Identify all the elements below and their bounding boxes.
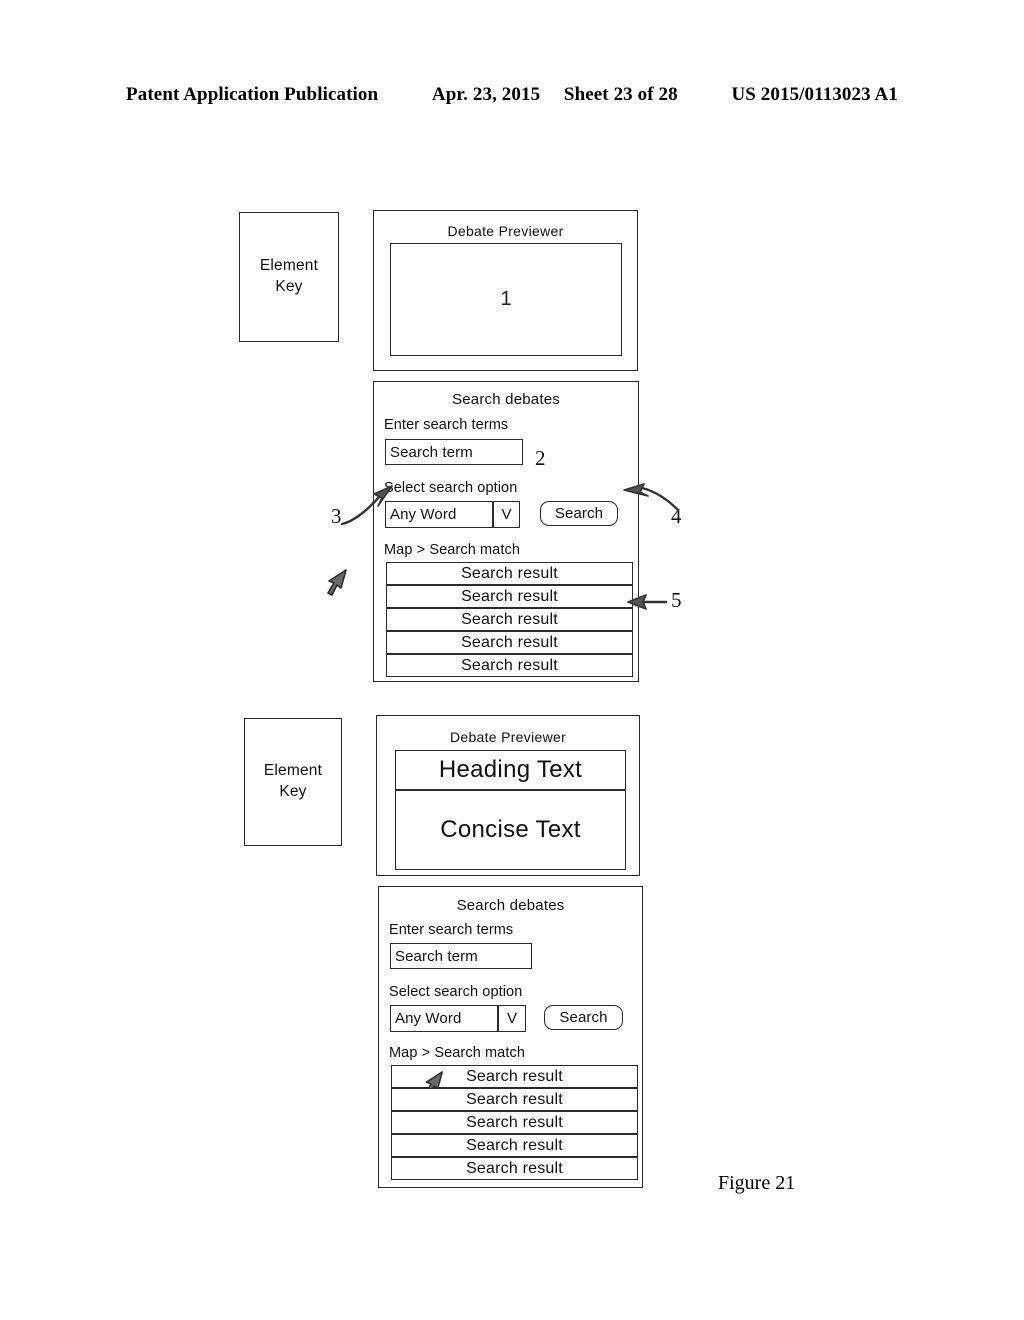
search-result-row[interactable]: Search result — [391, 1134, 638, 1157]
element-key-label-line2: Key — [275, 278, 303, 295]
search-result-label: Search result — [466, 1159, 563, 1177]
search-result-label: Search result — [466, 1090, 563, 1108]
select-search-option-label-bottom: Select search option — [389, 984, 523, 1000]
search-debates-title-bottom: Search debates — [456, 897, 565, 914]
search-result-label: Search result — [466, 1113, 563, 1131]
map-search-match-label-top: Map > Search match — [384, 542, 520, 558]
previewer-concise-text-label: Concise Text — [440, 816, 581, 843]
chevron-down-icon-bottom[interactable]: V — [498, 1005, 526, 1032]
search-result-row[interactable]: Search result — [386, 631, 633, 654]
search-result-label: Search result — [461, 564, 558, 582]
search-term-input-top[interactable]: Search term — [385, 439, 523, 465]
element-key-label-line2: Key — [279, 783, 307, 800]
search-debates-title-top: Search debates — [452, 391, 560, 408]
previewer-heading-text-label: Heading Text — [438, 756, 583, 783]
enter-search-terms-label-bottom: Enter search terms — [389, 922, 514, 938]
search-result-label: Search result — [466, 1067, 563, 1085]
search-button-label-top: Search — [554, 505, 604, 522]
header-document-number: US 2015/0113023 A1 — [731, 84, 898, 105]
debate-previewer-title-bottom: Debate Previewer — [449, 729, 567, 745]
search-result-label: Search result — [461, 633, 558, 651]
search-result-label: Search result — [461, 656, 558, 674]
search-option-selected-value-top: Any Word — [390, 506, 457, 523]
element-key-box-top: Element Key — [239, 212, 339, 342]
debate-previewer-panel-top: Debate Previewer 1 — [373, 210, 638, 371]
search-button-label-bottom: Search — [559, 1009, 608, 1026]
search-result-label: Search result — [466, 1136, 563, 1154]
search-result-label: Search result — [461, 610, 558, 628]
debate-previewer-panel-bottom: Debate Previewer Heading Text Concise Te… — [376, 715, 640, 876]
search-results-list-top: Search result Search result Search resul… — [386, 562, 633, 677]
search-term-input-value-top: Search term — [390, 443, 473, 461]
search-result-row[interactable]: Search result — [386, 585, 633, 608]
search-result-row[interactable]: Search result — [386, 654, 633, 677]
search-result-row[interactable]: Search result — [386, 608, 633, 631]
search-result-row[interactable]: Search result — [386, 562, 633, 585]
search-term-input-value-bottom: Search term — [395, 947, 478, 965]
header-sheet: Sheet 23 of 28 — [563, 84, 678, 105]
element-key-label-line1: Element — [259, 257, 319, 275]
search-result-row[interactable]: Search result — [391, 1065, 638, 1096]
map-search-match-label-bottom: Map > Search match — [389, 1045, 525, 1061]
chevron-down-glyph-bottom: V — [506, 1010, 517, 1027]
search-button-bottom[interactable]: Search — [544, 1005, 623, 1030]
callout-2: 2 — [535, 446, 546, 470]
search-result-row[interactable]: Search result — [391, 1111, 638, 1134]
search-option-select-top[interactable]: Any Word — [385, 501, 493, 528]
search-button-top[interactable]: Search — [540, 501, 618, 526]
debate-previewer-content-top[interactable]: 1 — [390, 243, 622, 356]
search-option-select-bottom[interactable]: Any Word — [390, 1005, 498, 1032]
element-key-box-bottom: Element Key — [244, 718, 342, 846]
mouse-cursor-icon-top — [327, 569, 347, 596]
chevron-down-icon-top[interactable]: V — [493, 501, 520, 528]
search-term-input-bottom[interactable]: Search term — [390, 943, 532, 969]
search-result-row[interactable]: Search result — [391, 1157, 638, 1180]
debate-previewer-content-label-top: 1 — [500, 288, 512, 310]
figure-caption: Figure 21 — [718, 1172, 796, 1194]
debate-previewer-title-top: Debate Previewer — [447, 223, 564, 239]
debate-previewer-content-bottom[interactable]: Heading Text Concise Text — [395, 750, 626, 870]
element-key-label-line1: Element — [263, 762, 323, 780]
previewer-concise-text-band[interactable]: Concise Text — [396, 791, 625, 869]
search-results-list-bottom: Search result Search result Search resul… — [391, 1065, 638, 1180]
previewer-heading-text-band[interactable]: Heading Text — [396, 751, 625, 791]
search-option-selected-value-bottom: Any Word — [395, 1010, 462, 1027]
callout-3: 3 — [331, 504, 342, 528]
callout-4: 4 — [671, 504, 682, 528]
search-result-label: Search result — [461, 587, 558, 605]
page-header: Patent Application Publication Apr. 23, … — [0, 84, 1024, 106]
header-publication: Patent Application Publication — [126, 84, 379, 105]
search-result-row[interactable]: Search result — [391, 1088, 638, 1111]
enter-search-terms-label-top: Enter search terms — [384, 417, 509, 433]
header-date: Apr. 23, 2015 — [431, 84, 541, 105]
chevron-down-glyph-top: V — [501, 506, 512, 523]
select-search-option-label-top: Select search option — [384, 480, 518, 496]
search-debates-panel-bottom: Search debates Enter search terms Search… — [378, 886, 643, 1188]
callout-5: 5 — [671, 588, 682, 612]
search-debates-panel-top: Search debates Enter search terms Search… — [373, 381, 639, 682]
